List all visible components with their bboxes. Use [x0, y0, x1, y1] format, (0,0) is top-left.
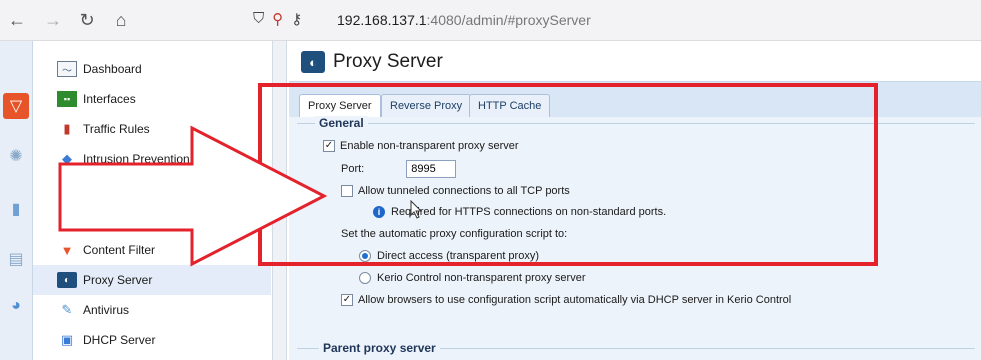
- sidebar-item-label: DHCP Server: [83, 333, 156, 347]
- info-icon: i: [373, 206, 385, 218]
- sidebar-item-content-filter[interactable]: ▼ Content Filter: [33, 235, 271, 265]
- back-icon[interactable]: ←: [6, 9, 28, 31]
- dhcp-row: ✓ Allow browsers to use configuration sc…: [341, 294, 791, 306]
- splitter[interactable]: [273, 41, 287, 360]
- main-panel: ◐ Proxy Server Proxy Server Reverse Prox…: [287, 41, 981, 360]
- logs-icon[interactable]: ▤: [3, 246, 29, 272]
- sidebar-item-proxy-server[interactable]: ◐ Proxy Server: [33, 265, 271, 295]
- intrusion-prevention-icon: ◆: [62, 151, 72, 166]
- app-rail: ▽ ✺ ▮ ▤ ◕: [0, 41, 33, 360]
- radio-kerio-row: Kerio Control non-transparent proxy serv…: [359, 272, 585, 284]
- proxy-server-icon: ◐: [301, 51, 325, 73]
- reload-icon[interactable]: ↻: [76, 9, 98, 31]
- address-bar[interactable]: 192.168.137.1:4080/admin/#proxyServer: [337, 12, 591, 28]
- radio-direct-label: Direct access (transparent proxy): [377, 250, 539, 262]
- sidebar-item-label: Antivirus: [83, 303, 130, 317]
- dhcp-server-icon: ▣: [60, 332, 74, 347]
- sidebar-item-traffic-rules[interactable]: ▮ Traffic Rules: [33, 114, 271, 144]
- radio-direct-row: Direct access (transparent proxy): [359, 250, 539, 262]
- tab-bar: Proxy Server Reverse Proxy HTTP Cache: [289, 81, 981, 119]
- content-filter-icon: ▼: [60, 242, 74, 258]
- sidebar-item-label: Proxy Server: [83, 273, 153, 287]
- tab-reverse-proxy[interactable]: Reverse Proxy: [381, 94, 472, 118]
- tunnel-info-text: Required for HTTPS connections on non-st…: [391, 206, 667, 218]
- sidebar-item-label: Traffic Rules: [83, 122, 150, 136]
- port-input[interactable]: [406, 160, 457, 178]
- mouse-cursor-icon: [410, 200, 423, 219]
- tab-content: General ✓ Enable non-transparent proxy s…: [289, 116, 981, 360]
- sidebar-item-label: Dashboard: [83, 62, 142, 76]
- settings-icon[interactable]: ✺: [3, 143, 29, 169]
- dhcp-checkbox[interactable]: ✓: [341, 294, 353, 306]
- port-row: Port:: [341, 160, 457, 178]
- radio-kerio[interactable]: [359, 272, 371, 284]
- tab-http-cache[interactable]: HTTP Cache: [469, 94, 551, 118]
- page-title-text: Proxy Server: [333, 51, 443, 72]
- url-host: 192.168.137.1: [337, 12, 427, 28]
- parent-proxy-group: Parent proxy server: [297, 341, 975, 360]
- forward-icon[interactable]: →: [42, 9, 64, 31]
- sidebar-item-dashboard[interactable]: 〜 Dashboard: [33, 54, 271, 84]
- page-title: ◐ Proxy Server: [301, 51, 443, 73]
- dhcp-label: Allow browsers to use configuration scri…: [358, 294, 792, 306]
- url-path: :4080/admin/#proxyServer: [426, 12, 591, 28]
- general-group: General ✓ Enable non-transparent proxy s…: [297, 116, 975, 360]
- sidebar-item-antivirus[interactable]: ✎ Antivirus: [33, 295, 271, 325]
- antivirus-icon: ✎: [61, 302, 73, 317]
- enable-proxy-row: ✓ Enable non-transparent proxy server: [323, 140, 519, 152]
- tunnel-row: Allow tunneled connections to all TCP po…: [341, 185, 570, 197]
- sidebar-item-interfaces[interactable]: ▪▪ Interfaces: [33, 84, 271, 114]
- general-group-title: General: [315, 116, 368, 130]
- enable-proxy-label: Enable non-transparent proxy server: [340, 140, 519, 152]
- sidebar-item-label: Content Filter: [83, 243, 156, 257]
- firewall-logo-icon[interactable]: ▽: [3, 93, 29, 119]
- permissions-icon[interactable]: ⚲: [272, 10, 283, 30]
- browser-toolbar: ← → ↻ ⌂ ⛉ ⚲ ⚷ 192.168.137.1:4080/admin/#…: [0, 0, 981, 41]
- home-icon[interactable]: ⌂: [110, 9, 132, 31]
- statistics-icon[interactable]: ▮: [3, 196, 29, 222]
- key-icon[interactable]: ⚷: [291, 10, 302, 30]
- tunnel-label: Allow tunneled connections to all TCP po…: [358, 185, 570, 197]
- shield-icon[interactable]: ⛉: [253, 10, 264, 30]
- status-icon[interactable]: ◕: [3, 293, 29, 319]
- traffic-rules-icon: ▮: [63, 121, 71, 136]
- radio-direct[interactable]: [359, 250, 371, 262]
- tunnel-checkbox[interactable]: [341, 185, 353, 197]
- radio-kerio-label: Kerio Control non-transparent proxy serv…: [377, 272, 586, 284]
- port-label: Port:: [341, 163, 365, 175]
- dashboard-icon: 〜: [57, 61, 77, 77]
- proxy-server-icon: ◐: [57, 272, 77, 288]
- sidebar-item-intrusion-prevention[interactable]: ◆ Intrusion Prevention: [33, 144, 271, 174]
- enable-proxy-checkbox[interactable]: ✓: [323, 140, 335, 152]
- sidebar: 〜 Dashboard ▪▪ Interfaces ▮ Traffic Rule…: [33, 41, 273, 360]
- sidebar-item-label: Interfaces: [83, 92, 136, 106]
- parent-proxy-title: Parent proxy server: [319, 341, 440, 355]
- sidebar-item-dhcp-server[interactable]: ▣ DHCP Server: [33, 325, 271, 355]
- script-label-row: Set the automatic proxy configuration sc…: [341, 228, 567, 240]
- sidebar-item-label: Intrusion Prevention: [83, 152, 190, 166]
- interfaces-icon: ▪▪: [57, 91, 77, 107]
- script-label: Set the automatic proxy configuration sc…: [341, 228, 568, 240]
